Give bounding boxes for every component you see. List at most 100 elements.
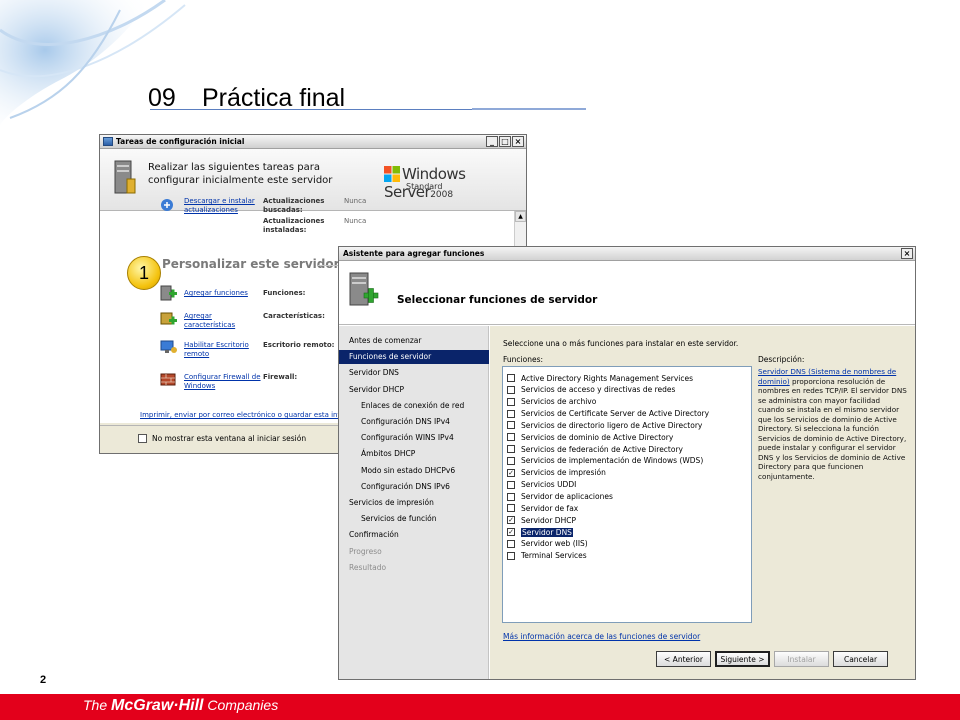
nav-item[interactable]: Servicios de función [339,512,489,526]
add-roles-wizard: Asistente para agregar funciones × Selec… [338,246,916,680]
role-list-item[interactable]: Servicios de acceso y directivas de rede… [507,384,675,396]
nav-item[interactable]: Configuración DNS IPv4 [339,415,489,429]
print-email-save-link[interactable]: Imprimir, enviar por correo electrónico … [140,411,354,419]
wizard-title: Asistente para agregar funciones [343,249,485,258]
role-label: Servicios de archivo [521,397,597,407]
remote-desktop-icon [160,340,177,353]
description-label: Descripción: [758,355,805,364]
role-checkbox[interactable] [507,421,515,430]
updates-installed-label: Actualizaciones instaladas: [263,217,325,234]
cancel-button[interactable]: Cancelar [833,651,888,667]
role-label: Servidor web (IIS) [521,539,588,549]
nav-item[interactable]: Enlaces de conexión de red [339,399,489,413]
footer-post: Companies [203,697,279,713]
nav-item[interactable]: Configuración DNS IPv6 [339,480,489,494]
scroll-up-arrow-icon[interactable]: ▲ [515,211,526,222]
wizard-close-button[interactable]: × [901,248,913,259]
nav-item[interactable]: Servidor DNS [339,366,489,380]
step-number-badge: 1 [127,256,161,290]
role-list-item[interactable]: Servidor web (IIS) [507,538,588,550]
role-list-item[interactable]: Servidor de aplicaciones [507,491,613,503]
nav-item[interactable]: Modo sin estado DHCPv6 [339,464,489,478]
add-server-role-icon [349,272,379,306]
role-list-item[interactable]: ✓ Servicios de impresión [507,467,606,479]
slide-title-text: Práctica final [202,84,346,112]
role-checkbox[interactable] [507,445,515,454]
role-checkbox[interactable] [507,456,515,465]
role-checkbox[interactable]: ✓ [507,528,515,537]
role-list-item[interactable]: Servidor de fax [507,502,578,514]
updates-link[interactable]: Descargar e instalar actualizaciones [184,197,262,215]
dont-show-label: No mostrar esta ventana al iniciar sesió… [152,434,307,443]
role-checkbox[interactable] [507,374,515,382]
nav-item[interactable]: Confirmación [339,528,489,542]
role-list-item[interactable]: Servicios de directorio ligero de Active… [507,419,702,431]
nav-item[interactable]: Ámbitos DHCP [339,447,489,461]
add-roles-link[interactable]: Agregar funciones [184,289,262,298]
role-checkbox[interactable] [507,480,515,489]
role-checkbox[interactable]: ✓ [507,516,515,525]
minimize-button[interactable]: _ [486,136,498,147]
role-list-item[interactable]: ✓ Servidor DHCP [507,514,576,526]
roles-list-label: Funciones: [503,355,544,364]
next-button[interactable]: Siguiente > [715,651,770,667]
role-label: Servicios de directorio ligero de Active… [521,420,703,430]
role-list-item[interactable]: Servicios de federación de Active Direct… [507,443,683,455]
role-checkbox[interactable] [507,492,515,501]
role-checkbox[interactable] [507,397,515,406]
role-list-item[interactable]: Terminal Services [507,550,587,562]
wizard-heading: Seleccionar funciones de servidor [397,294,598,306]
role-checkbox[interactable] [507,504,515,513]
nav-item[interactable]: Configuración WINS IPv4 [339,431,489,445]
more-info-link[interactable]: Más información acerca de las funciones … [503,632,700,641]
firewall-icon [160,373,176,386]
remote-desktop-link[interactable]: Habilitar Escritorio remoto [184,341,262,359]
logo-version: 2008 [430,190,454,200]
role-label: Servidor de aplicaciones [521,492,613,501]
role-list-item[interactable]: Servicios de dominio de Active Directory [507,431,673,443]
role-checkbox[interactable] [507,385,515,394]
role-list-item[interactable]: ✓ Servidor DNS [507,526,573,538]
close-button[interactable]: × [512,136,524,147]
roles-label: Funciones: [263,289,306,297]
role-checkbox[interactable] [507,433,515,442]
footer-pre: The [83,697,112,713]
firewall-link[interactable]: Configurar Firewall de Windows [184,373,262,391]
role-list-item[interactable]: Servicios de Certificate Server de Activ… [507,408,709,420]
wizard-content: Seleccione una o más funciones para inst… [490,326,915,679]
maximize-button[interactable]: □ [499,136,511,147]
updates-icon [161,199,173,211]
role-label: Servicios de implementación de Windows (… [521,456,704,466]
role-label: Servicios de acceso y directivas de rede… [521,385,676,395]
role-label: Servicios UDDI [521,480,577,490]
nav-item[interactable]: Servidor DHCP [339,383,489,397]
nav-item[interactable]: Servicios de impresión [339,496,489,510]
nav-item[interactable]: Antes de comenzar [339,334,489,348]
role-checkbox[interactable] [507,539,515,548]
role-checkbox[interactable] [507,409,515,418]
roles-listbox[interactable]: Active Directory Rights Management Servi… [502,366,752,623]
role-list-item[interactable]: Servicios de archivo [507,396,596,408]
window-icon [103,137,113,146]
windows-server-logo: Windows Server2008 Standard [384,165,526,201]
nav-item[interactable]: Funciones de servidor [339,350,489,365]
role-list-item[interactable]: Active Directory Rights Management Servi… [507,372,693,384]
logo-edition: Standard [406,182,443,191]
back-button[interactable]: < Anterior [656,651,711,667]
tasks-window-title: Tareas de configuración inicial [116,137,245,146]
role-checkbox[interactable]: ✓ [507,468,515,477]
install-button[interactable]: Instalar [774,651,829,667]
add-roles-icon [160,285,177,301]
role-list-item[interactable]: Servicios UDDI [507,479,576,491]
add-features-link[interactable]: Agregar características [184,312,262,330]
wizard-titlebar[interactable]: Asistente para agregar funciones × [339,247,915,261]
role-label: Servidor DNS [521,527,573,537]
tasks-header-text: Realizar las siguientes tareas para conf… [148,162,333,186]
page-number: 2 [40,674,47,686]
dont-show-checkbox[interactable] [138,434,147,443]
remote-desktop-label: Escritorio remoto: [263,341,335,349]
wizard-nav: Antes de comenzar Funciones de servidor Se… [339,326,489,679]
tasks-window-titlebar[interactable]: Tareas de configuración inicial _ □ × [100,135,526,149]
role-list-item[interactable]: Servicios de implementación de Windows (… [507,455,703,467]
role-checkbox[interactable] [507,551,515,560]
